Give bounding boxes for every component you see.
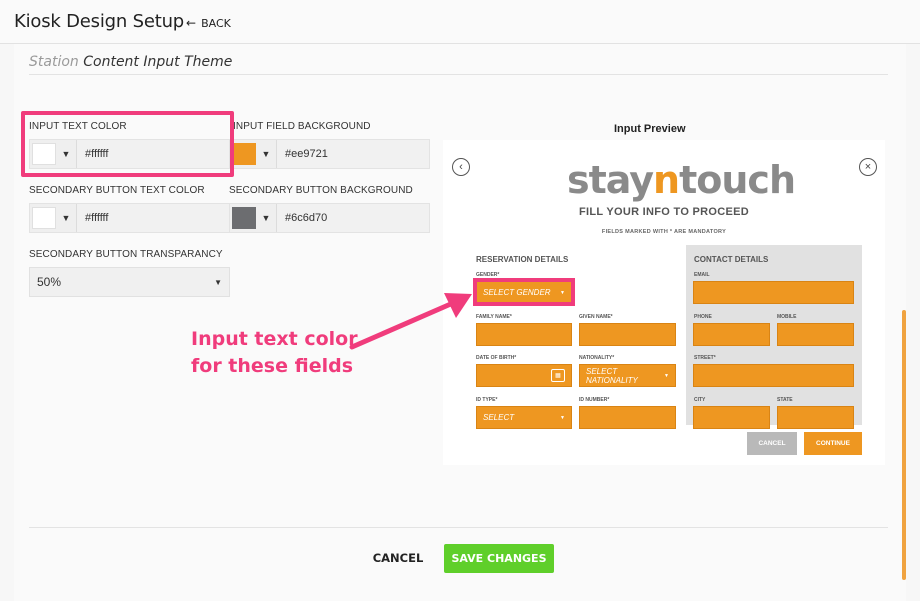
save-changes-button[interactable]: SAVE CHANGES — [444, 544, 554, 573]
annotation-line-2: for these fields — [191, 355, 354, 377]
back-button[interactable]: ← BACK — [186, 16, 231, 30]
back-label: BACK — [201, 16, 231, 30]
id-type-select: SELECT ▼ — [476, 406, 572, 429]
secondary-button-background-field[interactable]: ▼ #6c6d70 — [229, 203, 430, 233]
dob-label: DATE OF BIRTH* — [476, 355, 517, 361]
chevron-down-icon: ▼ — [664, 372, 669, 379]
secondary-button-background-swatch[interactable] — [232, 207, 256, 229]
chevron-down-icon: ▼ — [560, 414, 565, 421]
input-field-background-value[interactable]: #ee9721 — [276, 140, 429, 168]
arrow-left-icon: ← — [186, 16, 197, 30]
contact-details-column: CONTACT DETAILS EMAIL PHONE MOBILE STREE… — [686, 245, 862, 429]
chevron-down-icon[interactable]: ▼ — [56, 213, 76, 223]
input-field-background-field[interactable]: ▼ #ee9721 — [229, 139, 430, 169]
close-icon: × — [859, 158, 877, 176]
section-divider — [29, 74, 888, 75]
footer-divider — [29, 527, 888, 528]
section-title-main: Content Input Theme — [83, 54, 233, 70]
section-title-prefix: Station — [29, 54, 79, 70]
annotation-callout: Input text color for these fields — [191, 326, 358, 380]
nationality-value: SELECT NATIONALITY — [586, 366, 638, 385]
transparency-value: 50% — [37, 275, 62, 289]
secondary-button-text-color-value[interactable]: #ffffff — [76, 204, 229, 232]
email-label: EMAIL — [694, 272, 710, 278]
chevron-down-icon[interactable]: ▼ — [256, 149, 276, 159]
calendar-icon: ▦ — [551, 369, 565, 382]
preview-title: Input Preview — [614, 123, 686, 135]
reservation-heading: RESERVATION DETAILS — [476, 255, 569, 264]
input-field-background-label: INPUT FIELD BACKGROUND — [233, 121, 371, 132]
chevron-down-icon: ▼ — [214, 277, 222, 287]
id-number-label: ID NUMBER* — [579, 397, 610, 403]
logo-part-n: n — [653, 158, 680, 202]
id-type-label: ID TYPE* — [476, 397, 498, 403]
preview-cancel-button: CANCEL — [747, 432, 797, 455]
reservation-details-column: RESERVATION DETAILS GENDER* SELECT GENDE… — [467, 245, 686, 429]
state-input — [777, 406, 854, 429]
contact-heading: CONTACT DETAILS — [694, 255, 769, 264]
secondary-button-transparency-select[interactable]: 50% ▼ — [29, 267, 230, 297]
family-name-label: FAMILY NAME* — [476, 314, 512, 320]
street-label: STREET* — [694, 355, 716, 361]
preview-continue-button: CONTINUE — [804, 432, 862, 455]
section-title: Station Content Input Theme — [29, 54, 232, 70]
chevron-down-icon[interactable]: ▼ — [256, 213, 276, 223]
preview-heading: FILL YOUR INFO TO PROCEED — [578, 206, 750, 218]
given-name-label: GIVEN NAME* — [579, 314, 613, 320]
logo-part-touch: touch — [679, 158, 796, 202]
secondary-button-text-color-label: SECONDARY BUTTON TEXT COLOR — [29, 185, 205, 196]
secondary-button-text-color-field[interactable]: ▼ #ffffff — [29, 203, 230, 233]
city-label: CITY — [694, 397, 706, 403]
phone-label: PHONE — [694, 314, 712, 320]
input-field-background-swatch[interactable] — [232, 143, 256, 165]
id-type-value: SELECT — [483, 413, 515, 422]
scrollbar[interactable] — [902, 310, 906, 580]
dob-input: ▦ — [476, 364, 572, 387]
id-number-input — [579, 406, 676, 429]
phone-input — [693, 323, 770, 346]
stayntouch-logo: stayntouch — [567, 158, 796, 202]
mandatory-note: FIELDS MARKED WITH * ARE MANDATORY — [601, 229, 727, 235]
family-name-input — [476, 323, 572, 346]
secondary-button-background-value[interactable]: #6c6d70 — [276, 204, 429, 232]
email-input — [693, 281, 854, 304]
city-input — [693, 406, 770, 429]
secondary-button-background-label: SECONDARY BUTTON BACKGROUND — [229, 185, 413, 196]
street-input — [693, 364, 854, 387]
state-label: STATE — [777, 397, 793, 403]
given-name-input — [579, 323, 676, 346]
gender-field-highlight — [473, 278, 575, 306]
top-bar: Kiosk Design Setup ← BACK — [0, 0, 920, 44]
mobile-label: MOBILE — [777, 314, 797, 320]
page-title: Kiosk Design Setup — [14, 11, 185, 32]
mobile-input — [777, 323, 854, 346]
secondary-button-transparency-label: SECONDARY BUTTON TRANSPARANCY — [29, 249, 223, 260]
cancel-button[interactable]: CANCEL — [370, 548, 426, 568]
annotation-line-1: Input text color — [191, 328, 358, 350]
input-text-color-highlight — [21, 111, 234, 177]
chevron-left-icon: ‹ — [452, 158, 470, 176]
secondary-button-text-color-swatch[interactable] — [32, 207, 56, 229]
logo-part-stay: stay — [567, 158, 654, 202]
nationality-select: SELECT NATIONALITY ▼ — [579, 364, 676, 387]
nationality-label: NATIONALITY* — [579, 355, 615, 361]
